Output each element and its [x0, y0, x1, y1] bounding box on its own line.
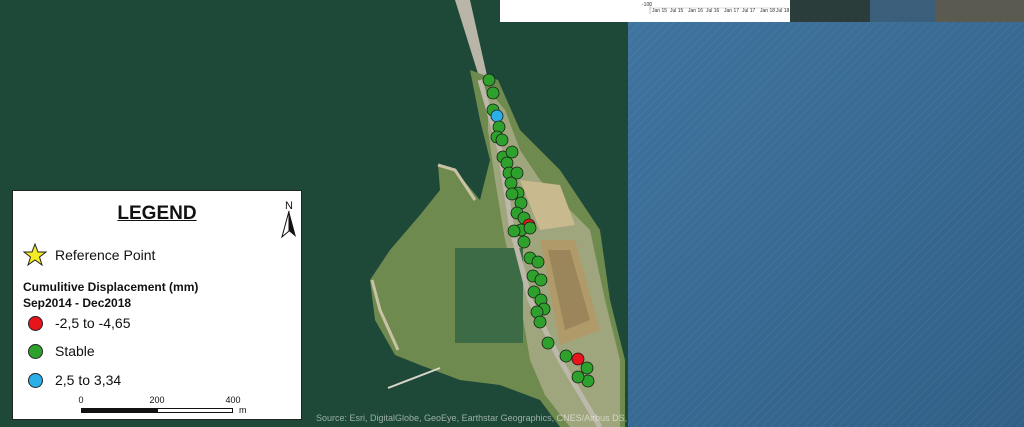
inset-chart-labels: -100 Jan 15 Jul 15 Jan 16 Jul 16 Jan 17 …	[500, 0, 790, 22]
measurement-point[interactable]	[507, 224, 521, 238]
measurement-point[interactable]	[490, 109, 504, 123]
legend-class-positive: 2,5 to 3,34	[23, 372, 121, 388]
measurement-point[interactable]	[559, 349, 573, 363]
red-dot-icon	[27, 315, 43, 331]
displacement-title: Cumulitive Displacement (mm)	[23, 280, 199, 294]
inset-x-tick: Jan 16	[688, 8, 704, 14]
measurement-point[interactable]	[531, 255, 545, 269]
inset-x-tick: Jan 15	[652, 8, 668, 14]
measurement-point[interactable]	[482, 73, 496, 87]
map-attribution: Source: Esri, DigitalGlobe, GeoEye, Eart…	[316, 413, 628, 423]
measurement-point[interactable]	[517, 235, 531, 249]
class-label: 2,5 to 3,34	[55, 372, 122, 388]
scale-tick: 200	[149, 395, 165, 405]
measurement-point[interactable]	[571, 370, 585, 384]
class-label: Stable	[55, 343, 95, 359]
blue-dot-icon	[27, 372, 43, 388]
measurement-point[interactable]	[486, 86, 500, 100]
displacement-period: Sep2014 - Dec2018	[23, 296, 132, 310]
map-legend: LEGEND N Reference Point Cumulitive Disp…	[12, 190, 302, 420]
legend-class-negative: -2,5 to -4,65	[23, 315, 131, 331]
green-dot-icon	[27, 343, 43, 359]
scale-unit: m	[239, 405, 247, 415]
measurement-point[interactable]	[504, 176, 518, 190]
scale-bar: 0 200 400 m	[78, 395, 249, 415]
measurement-point[interactable]	[533, 315, 547, 329]
inset-y-tick: -100	[642, 2, 653, 8]
inset-x-tick: Jul 16	[706, 8, 720, 14]
measurement-point[interactable]	[580, 361, 594, 375]
north-arrow-icon: N	[281, 200, 296, 239]
scale-tick: 0	[78, 395, 84, 405]
inset-x-tick: Jul 17	[742, 8, 756, 14]
star-icon	[23, 243, 47, 267]
measurement-point[interactable]	[541, 336, 555, 350]
measurement-point[interactable]	[523, 221, 537, 235]
legend-reference-row: Reference Point	[23, 243, 155, 267]
north-label: N	[285, 200, 293, 212]
legend-class-stable: Stable	[23, 343, 95, 359]
reference-point-label: Reference Point	[55, 247, 156, 263]
inset-x-tick: Jul 15	[670, 8, 684, 14]
measurement-point[interactable]	[505, 187, 519, 201]
inset-x-tick: Jul 18	[776, 8, 790, 14]
scale-tick: 400	[225, 395, 241, 405]
measurement-point[interactable]	[534, 273, 548, 287]
measurement-point[interactable]	[571, 352, 585, 366]
class-label: -2,5 to -4,65	[55, 315, 131, 331]
inset-x-tick: Jan 17	[724, 8, 740, 14]
displacement-label: Cumulitive Displacement (mm) Sep2014 - D…	[23, 279, 198, 311]
legend-title: LEGEND	[117, 203, 197, 224]
measurement-point[interactable]	[495, 133, 509, 147]
measurement-point[interactable]	[505, 145, 519, 159]
inner-pond	[455, 248, 523, 343]
inset-x-tick: Jan 18	[760, 8, 776, 14]
